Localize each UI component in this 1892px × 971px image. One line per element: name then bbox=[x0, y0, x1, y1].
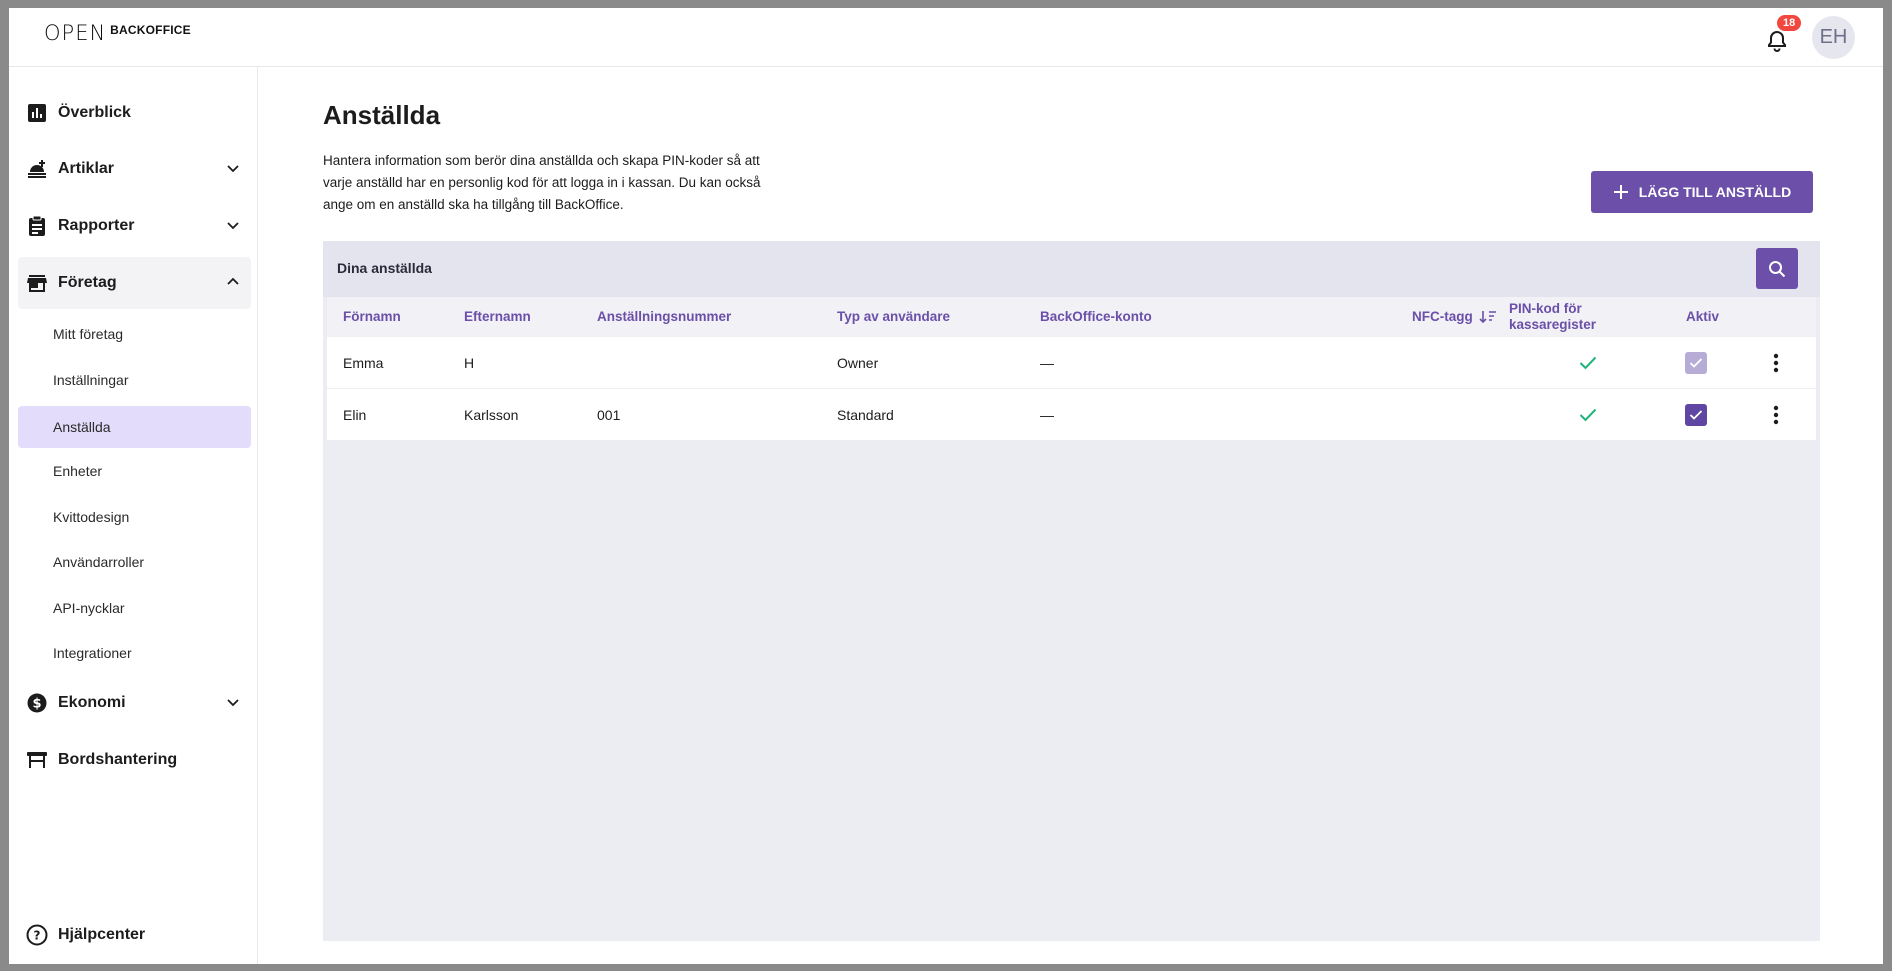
row-menu[interactable] bbox=[1764, 337, 1788, 389]
cell-lastname: H bbox=[464, 355, 475, 371]
avatar[interactable]: EH bbox=[1812, 16, 1855, 59]
logo-text: BACKOFFICE bbox=[110, 22, 191, 37]
sidebar-item-company[interactable]: Företag bbox=[18, 257, 251, 309]
sidebar-item-label: Ekonomi bbox=[58, 694, 126, 711]
store-icon bbox=[26, 272, 48, 294]
sidebar-subitem-settings[interactable]: Inställningar bbox=[18, 359, 251, 401]
sidebar-item-label: Överblick bbox=[58, 104, 131, 121]
table-row[interactable]: Emma H Owner — bbox=[327, 337, 1816, 389]
sidebar-subitem-integrations[interactable]: Integrationer bbox=[18, 632, 251, 674]
clipboard-icon bbox=[26, 215, 48, 237]
sidebar-subitem-employees[interactable]: Anställda bbox=[18, 406, 251, 448]
logo[interactable]: OPEN BACKOFFICE bbox=[44, 23, 191, 44]
sidebar-subitem-receipt-design[interactable]: Kvittodesign bbox=[18, 496, 251, 538]
employees-panel: Dina anställda Förnamn Efternamn Anställ… bbox=[323, 241, 1820, 941]
more-vertical-icon[interactable] bbox=[1764, 403, 1788, 427]
sidebar-item-label: Bordshantering bbox=[58, 751, 178, 768]
plus-icon bbox=[1613, 185, 1628, 199]
employees-table: Förnamn Efternamn Anställningsnummer Typ… bbox=[327, 297, 1816, 441]
top-bar: OPEN BACKOFFICE 18 EH bbox=[9, 8, 1883, 67]
sidebar-item-articles[interactable]: Artiklar bbox=[18, 143, 251, 195]
dollar-icon: $ bbox=[26, 692, 48, 714]
table-icon bbox=[26, 749, 48, 771]
add-employee-button[interactable]: LÄGG TILL ANSTÄLLD bbox=[1591, 171, 1813, 213]
chevron-down-icon bbox=[227, 699, 239, 707]
sidebar-item-label: Företag bbox=[58, 274, 117, 291]
checkbox-checked-icon bbox=[1685, 404, 1707, 426]
cell-backoffice: — bbox=[1040, 407, 1054, 423]
column-header-pin-line2: kassaregister bbox=[1509, 317, 1597, 332]
sidebar-item-label: Hjälpcenter bbox=[58, 926, 146, 943]
active-checkbox[interactable] bbox=[1685, 337, 1707, 389]
table-row[interactable]: Elin Karlsson 001 Standard — bbox=[327, 389, 1816, 441]
cell-user-type: Standard bbox=[837, 407, 894, 423]
column-header-nfc[interactable]: NFC-tagg bbox=[1412, 297, 1497, 337]
sidebar-subitem-my-company[interactable]: Mitt företag bbox=[18, 313, 251, 355]
column-header-pin[interactable]: PIN-kod för kassaregister bbox=[1509, 297, 1596, 337]
column-header-user-type[interactable]: Typ av användare bbox=[837, 297, 950, 337]
cell-user-type: Owner bbox=[837, 355, 879, 371]
column-header-employee-number[interactable]: Anställningsnummer bbox=[597, 297, 731, 337]
page-description: Hantera information som berör dina anstä… bbox=[323, 153, 761, 212]
cell-firstname: Emma bbox=[343, 355, 384, 371]
sidebar-item-help-center[interactable]: ? Hjälpcenter bbox=[18, 909, 251, 961]
add-employee-label: LÄGG TILL ANSTÄLLD bbox=[1638, 184, 1792, 200]
help-icon: ? bbox=[26, 924, 48, 946]
column-header-pin-line1: PIN-kod för bbox=[1509, 301, 1582, 316]
svg-text:$: $ bbox=[32, 697, 41, 712]
check-icon bbox=[1579, 337, 1597, 389]
search-icon bbox=[1769, 260, 1786, 277]
app-window: OPEN BACKOFFICE 18 EH Överblick Artiklar bbox=[9, 8, 1883, 964]
column-header-nfc-label: NFC-tagg bbox=[1412, 309, 1473, 324]
check-icon bbox=[1579, 389, 1597, 441]
cell-backoffice: — bbox=[1040, 355, 1054, 371]
sidebar-subitem-user-roles[interactable]: Användarroller bbox=[18, 541, 251, 583]
column-header-backoffice[interactable]: BackOffice-konto bbox=[1040, 297, 1152, 337]
logo-mark: OPEN bbox=[44, 21, 107, 45]
svg-text:?: ? bbox=[34, 929, 41, 943]
sidebar-item-label: Artiklar bbox=[58, 160, 115, 177]
cell-lastname: Karlsson bbox=[464, 407, 519, 423]
notification-badge: 18 bbox=[1775, 13, 1804, 33]
sidebar-subitem-api-keys[interactable]: API-nycklar bbox=[18, 587, 251, 629]
page-title: Anställda bbox=[323, 100, 441, 130]
search-button[interactable] bbox=[1756, 248, 1798, 289]
table-header: Förnamn Efternamn Anställningsnummer Typ… bbox=[327, 297, 1816, 337]
column-header-lastname[interactable]: Efternamn bbox=[464, 297, 531, 337]
food-icon bbox=[26, 158, 48, 180]
chevron-down-icon bbox=[227, 165, 239, 173]
sidebar-subitem-units[interactable]: Enheter bbox=[18, 450, 251, 492]
sidebar-item-label: Rapporter bbox=[58, 217, 135, 234]
cell-firstname: Elin bbox=[343, 407, 367, 423]
chevron-up-icon bbox=[227, 277, 239, 285]
column-header-firstname[interactable]: Förnamn bbox=[343, 297, 401, 337]
cell-employee-number: 001 bbox=[597, 407, 621, 423]
sidebar-item-overview[interactable]: Överblick bbox=[18, 87, 251, 139]
panel-header: Dina anställda bbox=[323, 241, 1820, 297]
main-content: Anställda Hantera information som berör … bbox=[258, 67, 1883, 964]
sidebar-item-economy[interactable]: $ Ekonomi bbox=[18, 677, 251, 729]
sidebar-item-table-management[interactable]: Bordshantering bbox=[18, 734, 251, 786]
more-vertical-icon[interactable] bbox=[1764, 351, 1788, 375]
sidebar-item-reports[interactable]: Rapporter bbox=[18, 200, 251, 252]
row-menu[interactable] bbox=[1764, 389, 1788, 441]
panel-title: Dina anställda bbox=[337, 260, 432, 276]
active-checkbox[interactable] bbox=[1685, 389, 1707, 441]
chart-icon bbox=[26, 102, 48, 124]
checkbox-checked-icon bbox=[1685, 352, 1707, 374]
sort-icon bbox=[1479, 311, 1496, 324]
column-header-active[interactable]: Aktiv bbox=[1686, 297, 1719, 337]
sidebar: Överblick Artiklar Rapporter Företag Mit… bbox=[9, 67, 258, 964]
chevron-down-icon bbox=[227, 222, 239, 230]
